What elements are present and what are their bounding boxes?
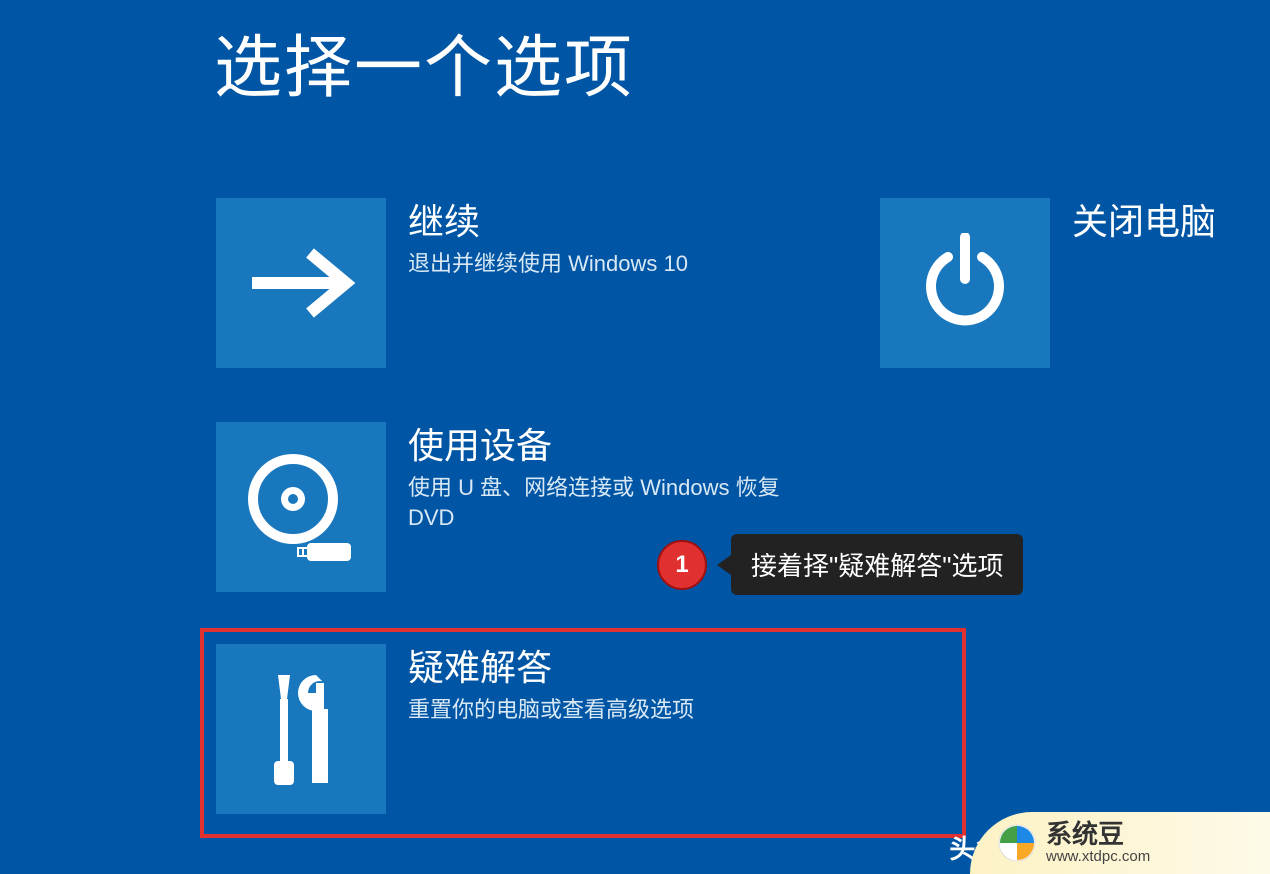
site-name: 系统豆	[1046, 821, 1150, 848]
continue-title: 继续	[408, 200, 688, 243]
device-desc: 使用 U 盘、网络连接或 Windows 恢复 DVD	[408, 473, 808, 532]
device-text: 使用设备 使用 U 盘、网络连接或 Windows 恢复 DVD	[408, 424, 808, 533]
continue-desc: 退出并继续使用 Windows 10	[408, 249, 688, 279]
site-url: www.xtdpc.com	[1046, 849, 1150, 865]
device-tile[interactable]	[216, 422, 386, 592]
site-badge: 系统豆 www.xtdpc.com	[970, 812, 1270, 874]
troubleshoot-title: 疑难解答	[408, 646, 694, 689]
troubleshoot-text: 疑难解答 重置你的电脑或查看高级选项	[408, 646, 694, 725]
annotation: 1 接着择"疑难解答"选项	[657, 534, 1023, 595]
disc-usb-icon	[241, 447, 361, 567]
device-title: 使用设备	[408, 424, 808, 467]
continue-tile[interactable]	[216, 198, 386, 368]
continue-text: 继续 退出并继续使用 Windows 10	[408, 200, 688, 279]
shutdown-text: 关闭电脑	[1072, 200, 1216, 249]
tools-icon	[256, 669, 346, 789]
troubleshoot-tile[interactable]	[216, 644, 386, 814]
annotation-bubble: 接着择"疑难解答"选项	[731, 534, 1023, 595]
power-icon	[920, 233, 1010, 333]
site-logo-icon	[998, 824, 1036, 862]
arrow-right-icon	[246, 243, 356, 323]
page-title: 选择一个选项	[214, 12, 634, 111]
shutdown-tile[interactable]	[880, 198, 1050, 368]
shutdown-title: 关闭电脑	[1072, 200, 1216, 243]
troubleshoot-desc: 重置你的电脑或查看高级选项	[408, 695, 694, 725]
annotation-number-badge: 1	[657, 540, 707, 590]
